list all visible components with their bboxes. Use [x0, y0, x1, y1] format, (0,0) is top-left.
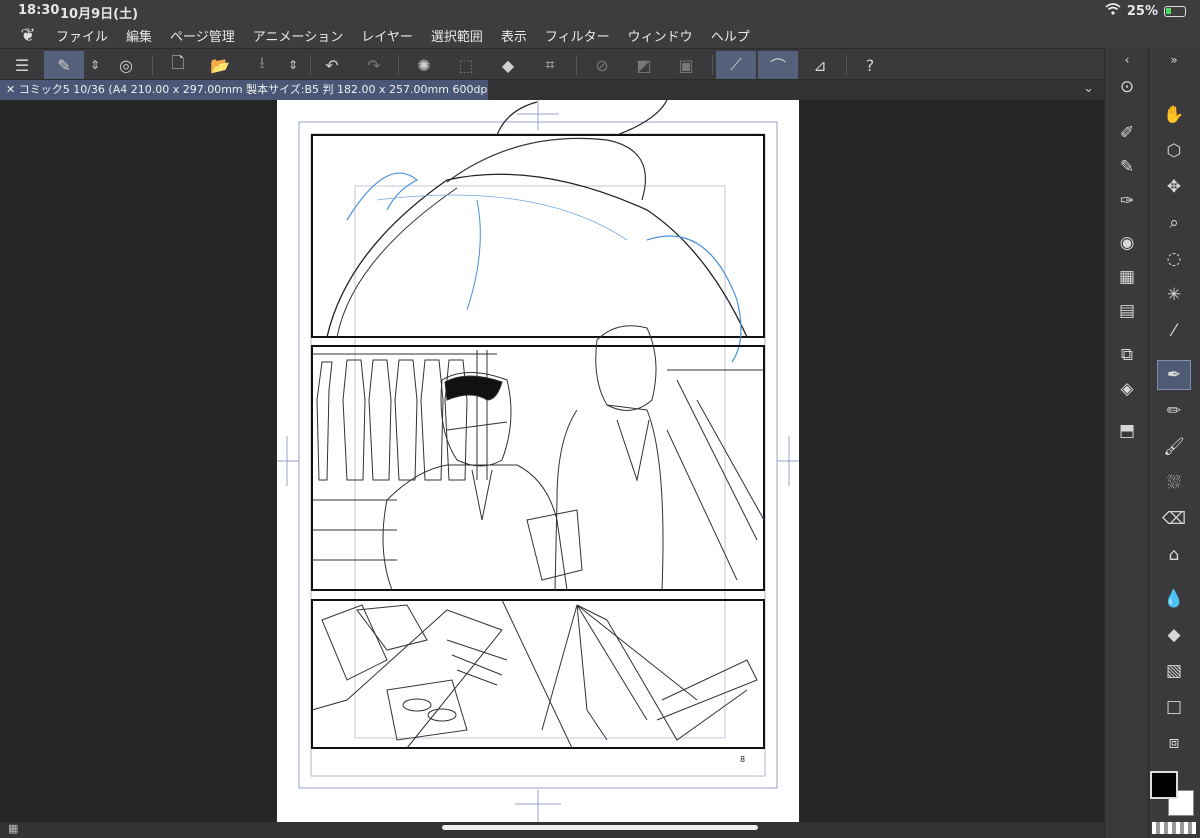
frame-border-icon[interactable]: ⧈: [1157, 728, 1191, 758]
date: 10月9日(土): [60, 7, 139, 22]
status-right: 25%: [1105, 3, 1186, 19]
eraser-icon[interactable]: ⌫: [1157, 504, 1191, 534]
clear-icon[interactable]: ⊘: [588, 51, 616, 79]
brush-size-icon[interactable]: ✑: [1110, 186, 1144, 216]
wifi-icon: [1105, 3, 1121, 19]
snap-grid-icon[interactable]: ⊿: [806, 51, 834, 79]
transparent-color-swatch[interactable]: [1152, 822, 1196, 834]
decoration-icon[interactable]: ⌂: [1157, 540, 1191, 570]
fill-icon[interactable]: ◆: [1157, 620, 1191, 650]
canvas-area[interactable]: 8: [0, 100, 1104, 822]
fill-selection-icon[interactable]: ◩: [630, 51, 658, 79]
lasso-icon[interactable]: ◌: [1157, 244, 1191, 274]
manga-page-artwork: 8: [277, 100, 799, 822]
tool-palette: » ✋ ⬡ ✥ ⌕ ◌ ✳ ⁄ ✒ ✏ 🖌 ⛆ ⌫ ⌂ 💧 ◆ ▧ □ ⧈: [1148, 48, 1200, 838]
gradient-icon[interactable]: ▧: [1157, 656, 1191, 686]
up-down-chevron-icon[interactable]: ⇕: [86, 51, 104, 79]
fill-bucket-icon[interactable]: ◆: [494, 51, 522, 79]
hamburger-menu-icon[interactable]: ☰: [8, 51, 36, 79]
manga-page[interactable]: 8: [277, 100, 799, 822]
battery-percent: 25%: [1126, 3, 1158, 19]
edit-document-icon[interactable]: ✎: [44, 51, 84, 79]
pencil-icon[interactable]: ✏: [1157, 396, 1191, 426]
loading-spinner-icon[interactable]: ✺: [410, 51, 438, 79]
new-file-icon[interactable]: 🗋: [164, 51, 192, 79]
menu-animation[interactable]: アニメーション: [253, 26, 343, 45]
app-logo-icon[interactable]: ❦: [0, 25, 56, 46]
menu-file[interactable]: ファイル: [56, 26, 108, 45]
figure-icon[interactable]: □: [1157, 692, 1191, 722]
zoom-icon[interactable]: ⌕: [1157, 208, 1191, 238]
document-tab-label: コミック5 10/36 (A4 210.00 x 297.00mm 製本サイズ:…: [18, 83, 488, 96]
menu-help[interactable]: ヘルプ: [711, 26, 750, 45]
status-icon: ▦: [8, 822, 19, 835]
menu-layer[interactable]: レイヤー: [361, 26, 413, 45]
battery-icon: [1164, 5, 1186, 17]
main-color-swatch[interactable]: [1150, 771, 1178, 799]
command-bar: ☰ ✎ ⇕ ◎ 🗋 📂 ⭳ ⇕ ↶ ↷ ✺ ⬚ ◆ ⌗ ⊘ ◩ ▣ ⟋ ⌒ ⊿ …: [0, 48, 1104, 80]
menu-bar: ❦ ファイル 編集 ページ管理 アニメーション レイヤー 選択範囲 表示 フィル…: [0, 22, 1200, 48]
undo-icon[interactable]: ↶: [318, 51, 346, 79]
invert-selection-icon[interactable]: ▣: [672, 51, 700, 79]
document-tab[interactable]: ✕ コミック5 10/36 (A4 210.00 x 297.00mm 製本サイ…: [0, 80, 488, 100]
transform-icon[interactable]: ⬚: [452, 51, 480, 79]
object-select-icon[interactable]: ⬡: [1157, 136, 1191, 166]
snap-special-ruler-icon[interactable]: ⌒: [758, 51, 798, 79]
close-tab-icon[interactable]: ✕: [6, 83, 19, 96]
expand-right-icon[interactable]: »: [1157, 50, 1191, 70]
open-folder-icon[interactable]: 📂: [206, 51, 234, 79]
color-set-icon[interactable]: ▦: [1110, 262, 1144, 292]
save-options-chevron-icon[interactable]: ⇕: [284, 51, 302, 79]
snap-ruler-icon[interactable]: ⟋: [716, 51, 756, 79]
home-indicator[interactable]: [442, 825, 758, 830]
layers-icon[interactable]: ◈: [1110, 374, 1144, 404]
crop-icon[interactable]: ⌗: [536, 51, 564, 79]
status-bar: 18:30 10月9日(土) 25%: [0, 0, 1200, 22]
move-icon[interactable]: ✥: [1157, 172, 1191, 202]
eyedropper-icon[interactable]: ⁄: [1157, 316, 1191, 346]
airbrush-icon[interactable]: ⛆: [1157, 468, 1191, 498]
tool-property-icon[interactable]: ✐: [1110, 118, 1144, 148]
sub-tool-detail-icon[interactable]: ✎: [1110, 152, 1144, 182]
menu-selection[interactable]: 選択範囲: [431, 26, 483, 45]
menu-page-management[interactable]: ページ管理: [170, 26, 235, 45]
document-tab-bar: ✕ コミック5 10/36 (A4 210.00 x 297.00mm 製本サイ…: [0, 80, 1104, 100]
timeline-icon[interactable]: ▤: [1110, 296, 1144, 326]
menu-filter[interactable]: フィルター: [545, 26, 610, 45]
menu-window[interactable]: ウィンドウ: [628, 26, 693, 45]
color-circle-icon[interactable]: ◉: [1110, 228, 1144, 258]
clock: 18:30: [18, 3, 60, 18]
navigator-icon[interactable]: ⊙: [1110, 72, 1144, 102]
magic-wand-icon[interactable]: ✳: [1157, 280, 1191, 310]
blend-icon[interactable]: 💧: [1157, 584, 1191, 614]
menu-view[interactable]: 表示: [501, 26, 527, 45]
side-toolbar: ‹ ⊙ ✐ ✎ ✑ ◉ ▦ ▤ ⧉ ◈ ⬒: [1104, 48, 1148, 838]
save-icon[interactable]: ⭳: [248, 51, 276, 79]
page-number: 8: [740, 755, 745, 764]
material-icon[interactable]: ⬒: [1110, 416, 1144, 446]
collapse-left-icon[interactable]: ‹: [1110, 50, 1144, 70]
brush-icon[interactable]: 🖌: [1157, 432, 1191, 462]
hand-icon[interactable]: ✋: [1157, 100, 1191, 130]
pen-icon[interactable]: ✒: [1157, 360, 1191, 390]
cloud-sync-icon[interactable]: ◎: [112, 51, 140, 79]
layer-property-icon[interactable]: ⧉: [1110, 340, 1144, 370]
chevron-down-icon[interactable]: ⌄: [1083, 81, 1094, 96]
redo-icon[interactable]: ↷: [360, 51, 388, 79]
menu-edit[interactable]: 編集: [126, 26, 152, 45]
help-icon[interactable]: ?: [856, 51, 884, 79]
